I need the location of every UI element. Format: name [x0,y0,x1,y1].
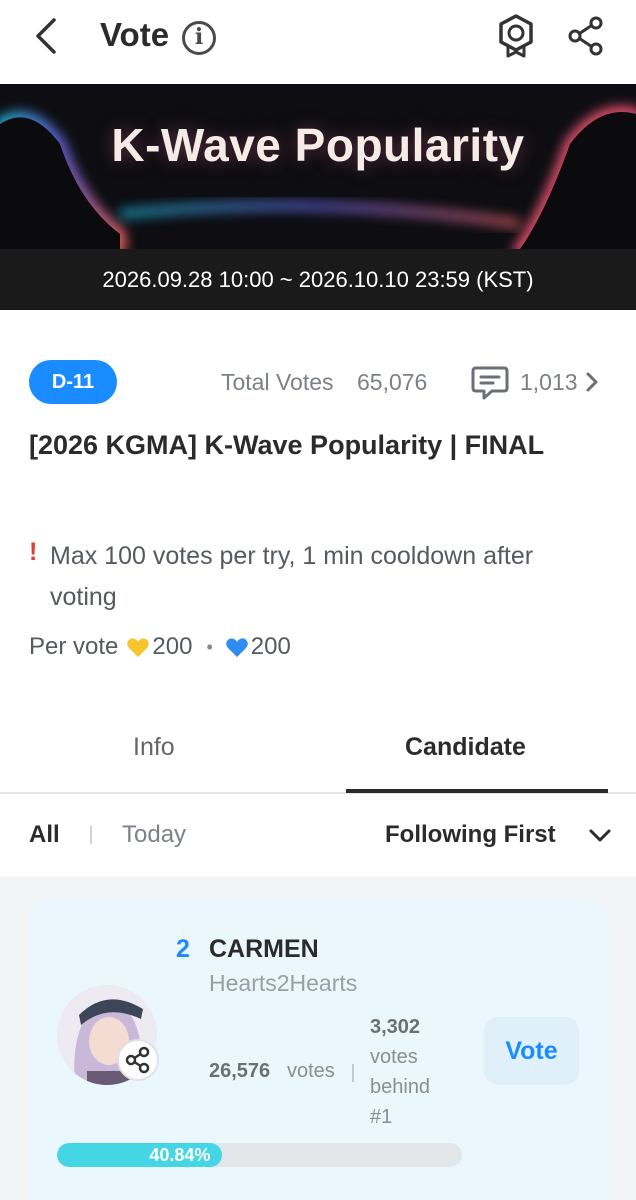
votes-unit: votes [287,1060,335,1082]
alert-icon: ! [29,538,38,566]
banner-title: K-Wave Popularity [111,119,525,171]
filter-divider [90,826,92,844]
tab-info[interactable]: Info [133,733,175,762]
vote-notice: Max 100 votes per try, 1 min cooldown af… [50,542,534,611]
back-arrow-icon[interactable] [30,16,66,56]
per-vote-label: Per vote [29,633,119,660]
top-bar: Vote i [0,0,636,84]
share-icon[interactable] [566,14,606,58]
candidate-votes: 26,576 [209,1060,271,1082]
gold-heart-icon [127,638,150,657]
active-tab-indicator [346,789,608,793]
tab-candidate[interactable]: Candidate [405,733,526,762]
vote-share-label: 40.84% [149,1145,211,1165]
medal-badge-icon[interactable] [496,14,536,58]
dday-badge: D-11 [29,360,117,404]
votes-divider [352,1064,354,1082]
filter-today[interactable]: Today [122,821,186,849]
sort-dropdown[interactable]: Following First [385,821,556,849]
blue-heart-icon [225,638,248,657]
vote-button[interactable]: Vote [484,1017,579,1085]
votes-behind: 3,302 votes behind #1 [370,1012,450,1132]
vote-share-bar: 40.84% [57,1143,462,1167]
votes-behind-text: votes behind #1 [370,1046,431,1128]
candidate-name: CARMEN [209,935,319,963]
separator-dot: • [206,636,213,657]
chevron-down-icon[interactable] [588,826,612,846]
candidate-group: Hearts2Hearts [209,970,358,996]
vote-title: [2026 KGMA] K-Wave Popularity | FINAL [29,430,545,460]
event-banner: K-Wave Popularity [0,84,636,249]
comment-icon[interactable] [470,364,510,402]
comment-count[interactable]: 1,013 [520,369,578,396]
share-icon [125,1046,150,1074]
total-votes-label: Total Votes [221,369,334,395]
total-votes-value: 65,076 [357,369,428,395]
avatar-share-button[interactable] [117,1039,159,1081]
votes-behind-count: 3,302 [370,1016,421,1038]
gold-heart-cost: 200 [152,633,193,660]
chevron-right-icon[interactable] [584,372,600,392]
vote-period: 2026.09.28 10:00 ~ 2026.10.10 23:59 (KST… [0,249,636,310]
filter-all[interactable]: All [29,821,60,849]
blue-heart-cost: 200 [250,633,291,660]
candidate-rank: 2 [176,935,190,963]
page-title: Vote [100,16,170,53]
per-vote-cost: Per vote 200 • 200 [29,633,291,661]
info-circle-icon[interactable]: i [182,21,216,55]
